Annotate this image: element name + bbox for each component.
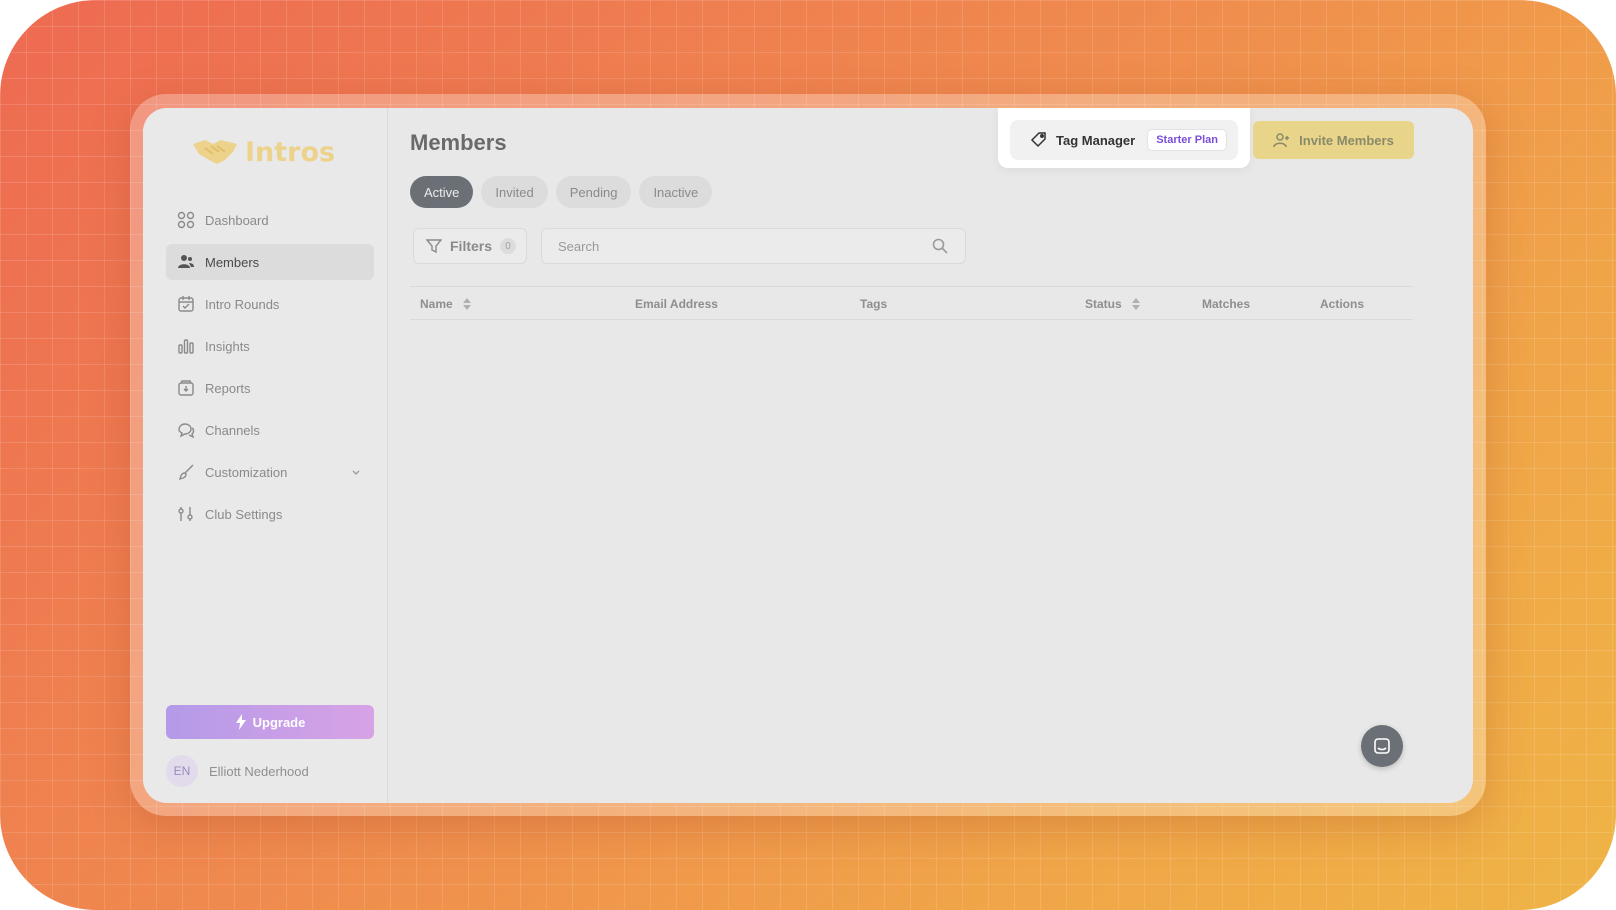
tab-pending[interactable]: Pending [555,176,632,208]
users-icon [177,253,195,271]
search-field[interactable]: Search [541,228,966,264]
column-header-email: Email Address [635,297,718,311]
report-icon [177,379,195,397]
page-title: Members [410,130,507,155]
table-header: Name Email Address Tags Status Matches A… [410,286,1413,320]
filters-count: 0 [500,238,517,254]
upgrade-label: Upgrade [252,714,306,730]
chat-icon [1374,738,1390,754]
sidebar-item-label: Club Settings [205,506,283,522]
funnel-icon [426,239,442,254]
sidebar-item-label: Dashboard [205,212,269,228]
sidebar-item-dashboard[interactable]: Dashboard [166,202,374,238]
column-label: Tags [860,297,888,311]
avatar: EN [166,755,198,787]
column-header-name[interactable]: Name [420,297,471,311]
plan-badge: Starter Plan [1147,129,1227,151]
sidebar-nav: Dashboard Members Intro Rounds Insights [166,202,374,538]
grid-icon [177,211,195,229]
filters-button[interactable]: Filters 0 [413,228,527,264]
sidebar-item-insights[interactable]: Insights [166,328,374,364]
handshake-icon [193,140,237,164]
column-label: Email Address [635,297,718,311]
sidebar-item-label: Reports [205,380,251,396]
sidebar: Intros Dashboard Members Intro Rounds In… [143,108,388,803]
tab-invited[interactable]: Invited [481,176,548,208]
column-header-actions: Actions [1320,297,1364,311]
app-window: Intros Dashboard Members Intro Rounds In… [143,108,1473,803]
add-user-icon [1273,133,1290,148]
sidebar-item-label: Intro Rounds [205,296,280,312]
tag-manager-label: Tag Manager [1056,132,1136,148]
search-input[interactable]: Search [558,239,599,254]
support-chat-button[interactable] [1361,725,1403,767]
sliders-icon [177,505,195,523]
tag-icon [1030,132,1046,148]
sidebar-item-label: Members [205,254,260,270]
sidebar-item-customization[interactable]: Customization [166,454,374,490]
chevron-down-icon[interactable] [350,466,362,478]
search-icon [932,238,948,254]
sort-icon[interactable] [1131,298,1140,310]
brand-name: Intros [245,136,336,168]
sidebar-item-label: Insights [205,338,250,354]
invite-label: Invite Members [1299,132,1394,148]
sidebar-item-label: Channels [205,422,260,438]
sidebar-item-club-settings[interactable]: Club Settings [166,496,374,532]
user-name: Elliott Nederhood [209,763,309,779]
brush-icon [177,463,195,481]
filters-label: Filters [450,238,493,254]
column-header-matches: Matches [1202,297,1250,311]
tab-inactive[interactable]: Inactive [639,176,713,208]
logo[interactable]: Intros [191,134,335,170]
tag-manager-card: Tag Manager Starter Plan [998,108,1250,168]
column-label: Actions [1320,297,1365,311]
upgrade-button[interactable]: Upgrade [166,705,374,739]
tag-manager-button[interactable]: Tag Manager Starter Plan [1010,120,1238,160]
bar-chart-icon [177,337,195,355]
sidebar-item-label: Customization [205,464,288,480]
column-header-tags: Tags [860,297,887,311]
member-status-tabs: Active Invited Pending Inactive [410,176,713,208]
user-profile[interactable]: EN Elliott Nederhood [166,755,309,787]
sort-icon[interactable] [462,298,471,310]
main-content: Members Tag Manager Starter Plan Invite … [388,108,1473,803]
column-label: Name [420,297,453,311]
calendar-icon [177,295,195,313]
sidebar-item-reports[interactable]: Reports [166,370,374,406]
sidebar-item-members[interactable]: Members [166,244,374,280]
sidebar-item-intro-rounds[interactable]: Intro Rounds [166,286,374,322]
lightning-icon [235,714,246,730]
invite-members-button[interactable]: Invite Members [1253,121,1414,159]
tab-active[interactable]: Active [410,176,474,208]
column-label: Status [1085,297,1122,311]
chat-bubbles-icon [177,421,195,439]
sidebar-item-channels[interactable]: Channels [166,412,374,448]
column-label: Matches [1202,297,1251,311]
column-header-status[interactable]: Status [1085,297,1140,311]
